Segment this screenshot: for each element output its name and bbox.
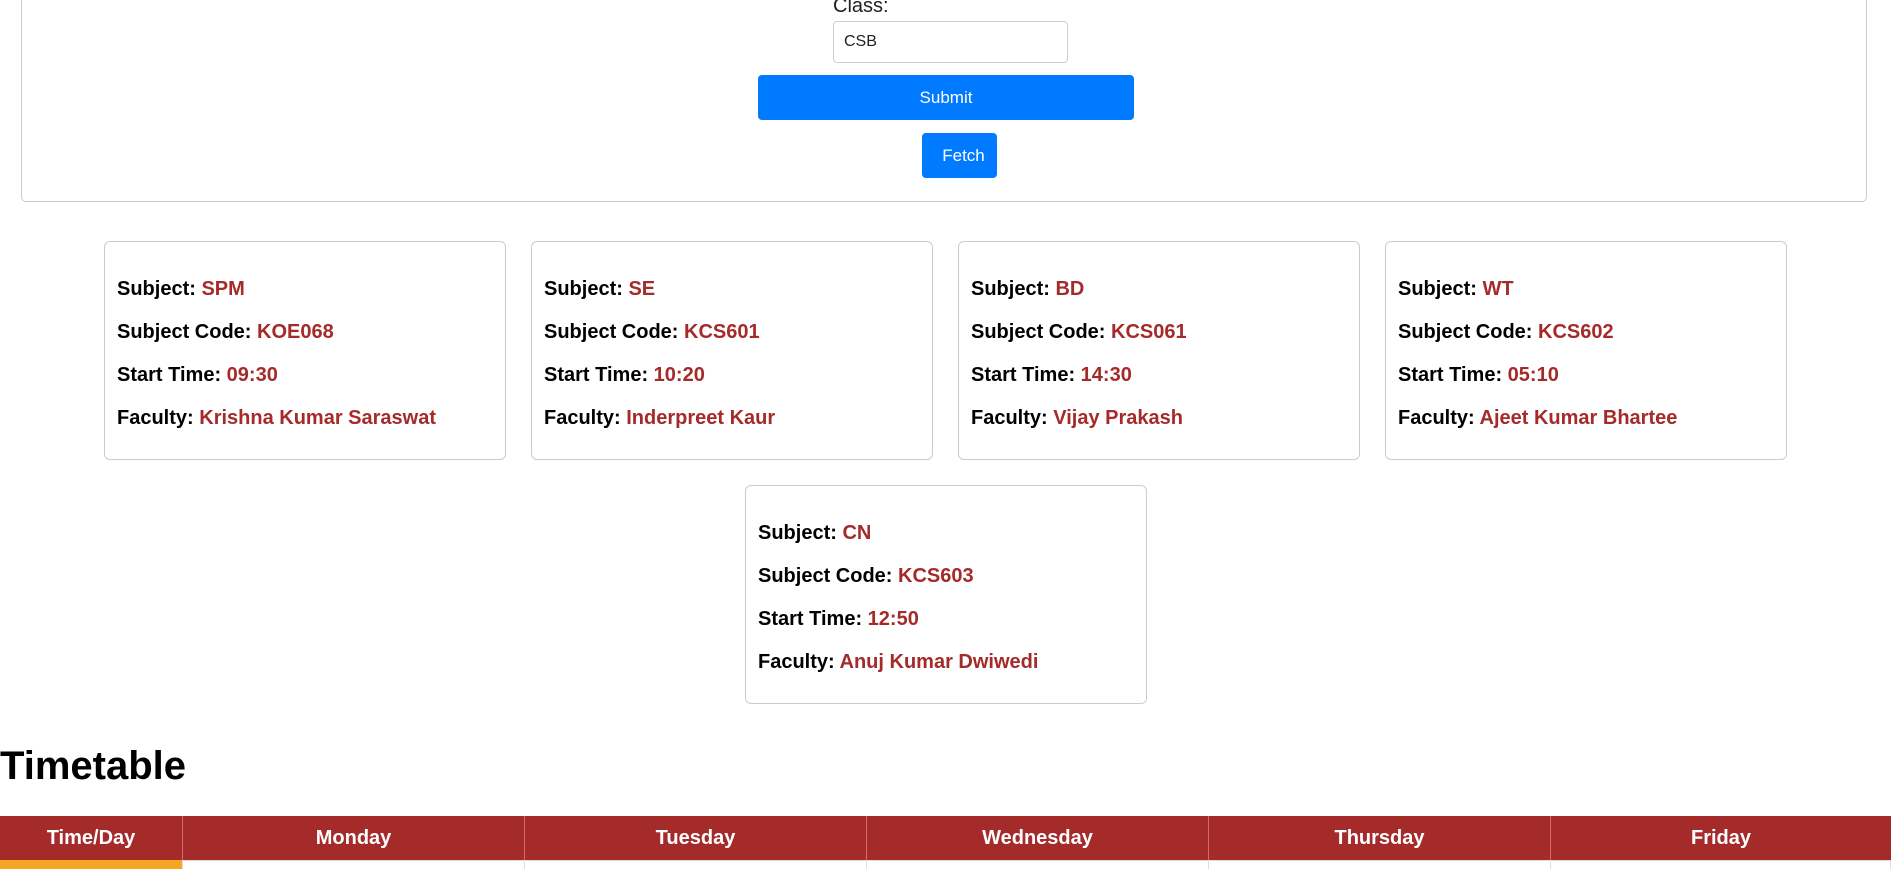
timetable-header-cell: Thursday <box>1209 816 1551 860</box>
faculty-value: Anuj Kumar Dwiwedi <box>839 651 1039 673</box>
timetable-header-cell: Wednesday <box>867 816 1209 860</box>
subject-row: Subject: WT <box>1398 268 1774 311</box>
class-input[interactable] <box>833 21 1068 63</box>
start-time-label: Start Time: <box>544 364 649 386</box>
subject-code-row: Subject Code: KOE068 <box>117 311 493 354</box>
subject-row: Subject: SE <box>544 268 920 311</box>
subject-label: Subject: <box>1398 278 1477 300</box>
subject-row: Subject: BD <box>971 268 1347 311</box>
faculty-value: Vijay Prakash <box>1053 407 1183 429</box>
start-time-value: 09:30 <box>226 364 278 386</box>
subject-code-row: Subject Code: KCS601 <box>544 311 920 354</box>
start-time-value: 05:10 <box>1507 364 1559 386</box>
timetable-cell <box>867 860 1209 869</box>
start-time-row: Start Time: 14:30 <box>971 354 1347 397</box>
faculty-row: Faculty: Anuj Kumar Dwiwedi <box>758 641 1134 684</box>
timetable-title: Timetable <box>0 744 186 788</box>
timetable-header-cell: Monday <box>183 816 525 860</box>
class-label: Class: <box>833 0 889 17</box>
faculty-row: Faculty: Krishna Kumar Saraswat <box>117 397 493 440</box>
subject-label: Subject: <box>971 278 1050 300</box>
subject-code-value: KCS602 <box>1538 321 1614 343</box>
timetable-row <box>0 860 1891 869</box>
faculty-value: Krishna Kumar Saraswat <box>199 407 437 429</box>
subject-card: Subject: WT Subject Code: KCS602 Start T… <box>1385 241 1787 460</box>
subject-code-value: KCS061 <box>1111 321 1187 343</box>
subject-card: Subject: SE Subject Code: KCS601 Start T… <box>531 241 933 460</box>
subject-label: Subject: <box>758 522 837 544</box>
timetable-cell <box>1209 860 1551 869</box>
subject-card: Subject: CN Subject Code: KCS603 Start T… <box>745 485 1147 704</box>
faculty-row: Faculty: Inderpreet Kaur <box>544 397 920 440</box>
subject-code-row: Subject Code: KCS061 <box>971 311 1347 354</box>
start-time-row: Start Time: 10:20 <box>544 354 920 397</box>
timetable-time-cell <box>0 860 183 869</box>
start-time-label: Start Time: <box>971 364 1076 386</box>
timetable-cell <box>525 860 867 869</box>
faculty-row: Faculty: Ajeet Kumar Bhartee <box>1398 397 1774 440</box>
subject-card: Subject: SPM Subject Code: KOE068 Start … <box>104 241 506 460</box>
faculty-value: Ajeet Kumar Bhartee <box>1479 407 1678 429</box>
faculty-label: Faculty: <box>1398 407 1475 429</box>
subject-code-label: Subject Code: <box>1398 321 1533 343</box>
start-time-value: 14:30 <box>1080 364 1132 386</box>
start-time-row: Start Time: 09:30 <box>117 354 493 397</box>
timetable-header-cell: Time/Day <box>0 816 183 860</box>
subject-card: Subject: BD Subject Code: KCS061 Start T… <box>958 241 1360 460</box>
faculty-label: Faculty: <box>971 407 1048 429</box>
subject-code-row: Subject Code: KCS602 <box>1398 311 1774 354</box>
faculty-label: Faculty: <box>758 651 835 673</box>
subject-label: Subject: <box>117 278 196 300</box>
subject-row: Subject: CN <box>758 512 1134 555</box>
subject-value: SE <box>628 278 656 300</box>
timetable-cell <box>183 860 525 869</box>
subject-code-label: Subject Code: <box>758 565 893 587</box>
subject-code-label: Subject Code: <box>971 321 1106 343</box>
faculty-label: Faculty: <box>117 407 194 429</box>
subject-value: SPM <box>201 278 245 300</box>
subject-row: Subject: SPM <box>117 268 493 311</box>
start-time-label: Start Time: <box>758 608 863 630</box>
faculty-label: Faculty: <box>544 407 621 429</box>
subject-code-value: KCS601 <box>684 321 760 343</box>
start-time-label: Start Time: <box>1398 364 1503 386</box>
start-time-row: Start Time: 05:10 <box>1398 354 1774 397</box>
subject-value: CN <box>842 522 872 544</box>
subject-code-value: KCS603 <box>898 565 974 587</box>
submit-button[interactable]: Submit <box>758 75 1134 120</box>
timetable-header-cell: Tuesday <box>525 816 867 860</box>
subject-value: BD <box>1055 278 1085 300</box>
fetch-button[interactable]: Fetch <box>922 133 997 178</box>
start-time-row: Start Time: 12:50 <box>758 598 1134 641</box>
start-time-value: 10:20 <box>653 364 705 386</box>
faculty-row: Faculty: Vijay Prakash <box>971 397 1347 440</box>
subject-code-row: Subject Code: KCS603 <box>758 555 1134 598</box>
subject-code-label: Subject Code: <box>544 321 679 343</box>
subject-code-label: Subject Code: <box>117 321 252 343</box>
start-time-value: 12:50 <box>867 608 919 630</box>
timetable-header-cell: Friday <box>1690 826 1752 849</box>
subject-code-value: KOE068 <box>257 321 334 343</box>
start-time-label: Start Time: <box>117 364 222 386</box>
subject-label: Subject: <box>544 278 623 300</box>
faculty-value: Inderpreet Kaur <box>626 407 776 429</box>
subject-value: WT <box>1482 278 1514 300</box>
timetable-header-row: Time/Day Monday Tuesday Wednesday Thursd… <box>0 816 1891 860</box>
timetable-cell <box>1551 860 1891 869</box>
